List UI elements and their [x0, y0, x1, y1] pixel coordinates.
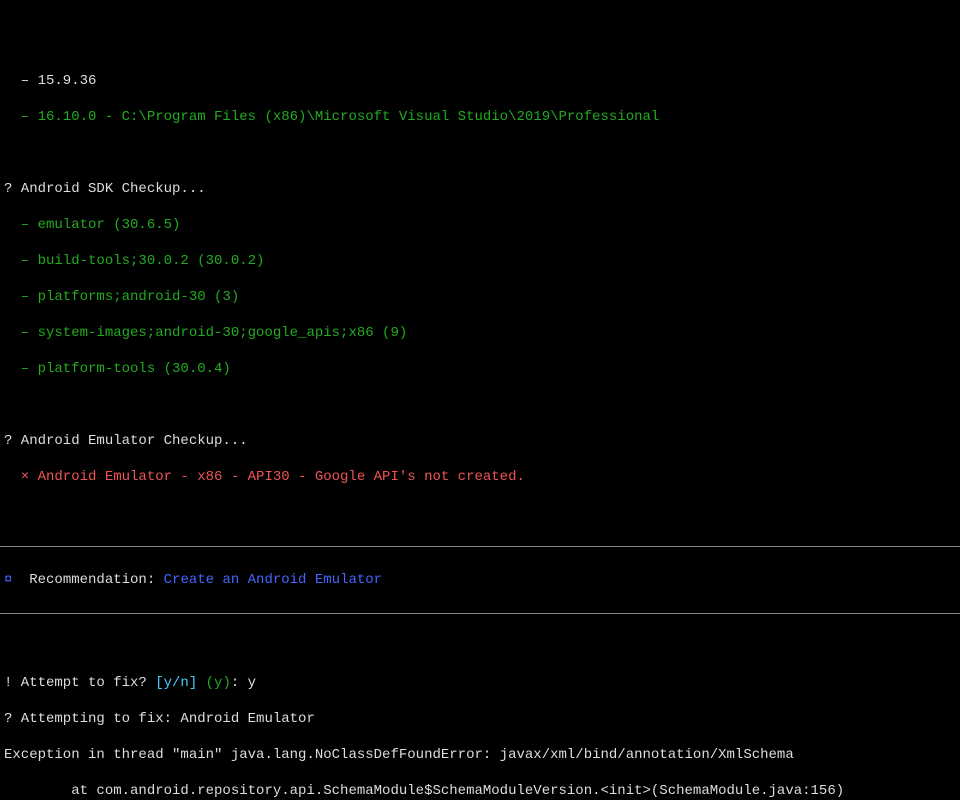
emu-error-1: × Android Emulator - x86 - API30 - Googl… — [0, 468, 960, 486]
vs-version-1: – 15.9.36 — [0, 72, 960, 90]
sdk-checkup-header: ? Android SDK Checkup... — [0, 180, 960, 198]
sdk-item-2: – platforms;android-30 (3) — [0, 288, 960, 306]
sdk-item-0: – emulator (30.6.5) — [0, 216, 960, 234]
attempting-fix: ? Attempting to fix: Android Emulator — [0, 710, 960, 728]
emu-checkup-header: ? Android Emulator Checkup... — [0, 432, 960, 450]
stack-trace-1: at com.android.repository.api.SchemaModu… — [0, 782, 960, 800]
recommendation-1: ¤ Recommendation: Create an Android Emul… — [0, 571, 960, 589]
sdk-item-4: – platform-tools (30.0.4) — [0, 360, 960, 378]
stack-trace-0: Exception in thread "main" java.lang.NoC… — [0, 746, 960, 764]
separator — [0, 613, 960, 614]
fix-prompt-1[interactable]: ! Attempt to fix? [y/n] (y): y — [0, 674, 960, 692]
sdk-item-3: – system-images;android-30;google_apis;x… — [0, 324, 960, 342]
sdk-item-1: – build-tools;30.0.2 (30.0.2) — [0, 252, 960, 270]
separator — [0, 546, 960, 547]
vs-version-2: – 16.10.0 - C:\Program Files (x86)\Micro… — [0, 108, 960, 126]
